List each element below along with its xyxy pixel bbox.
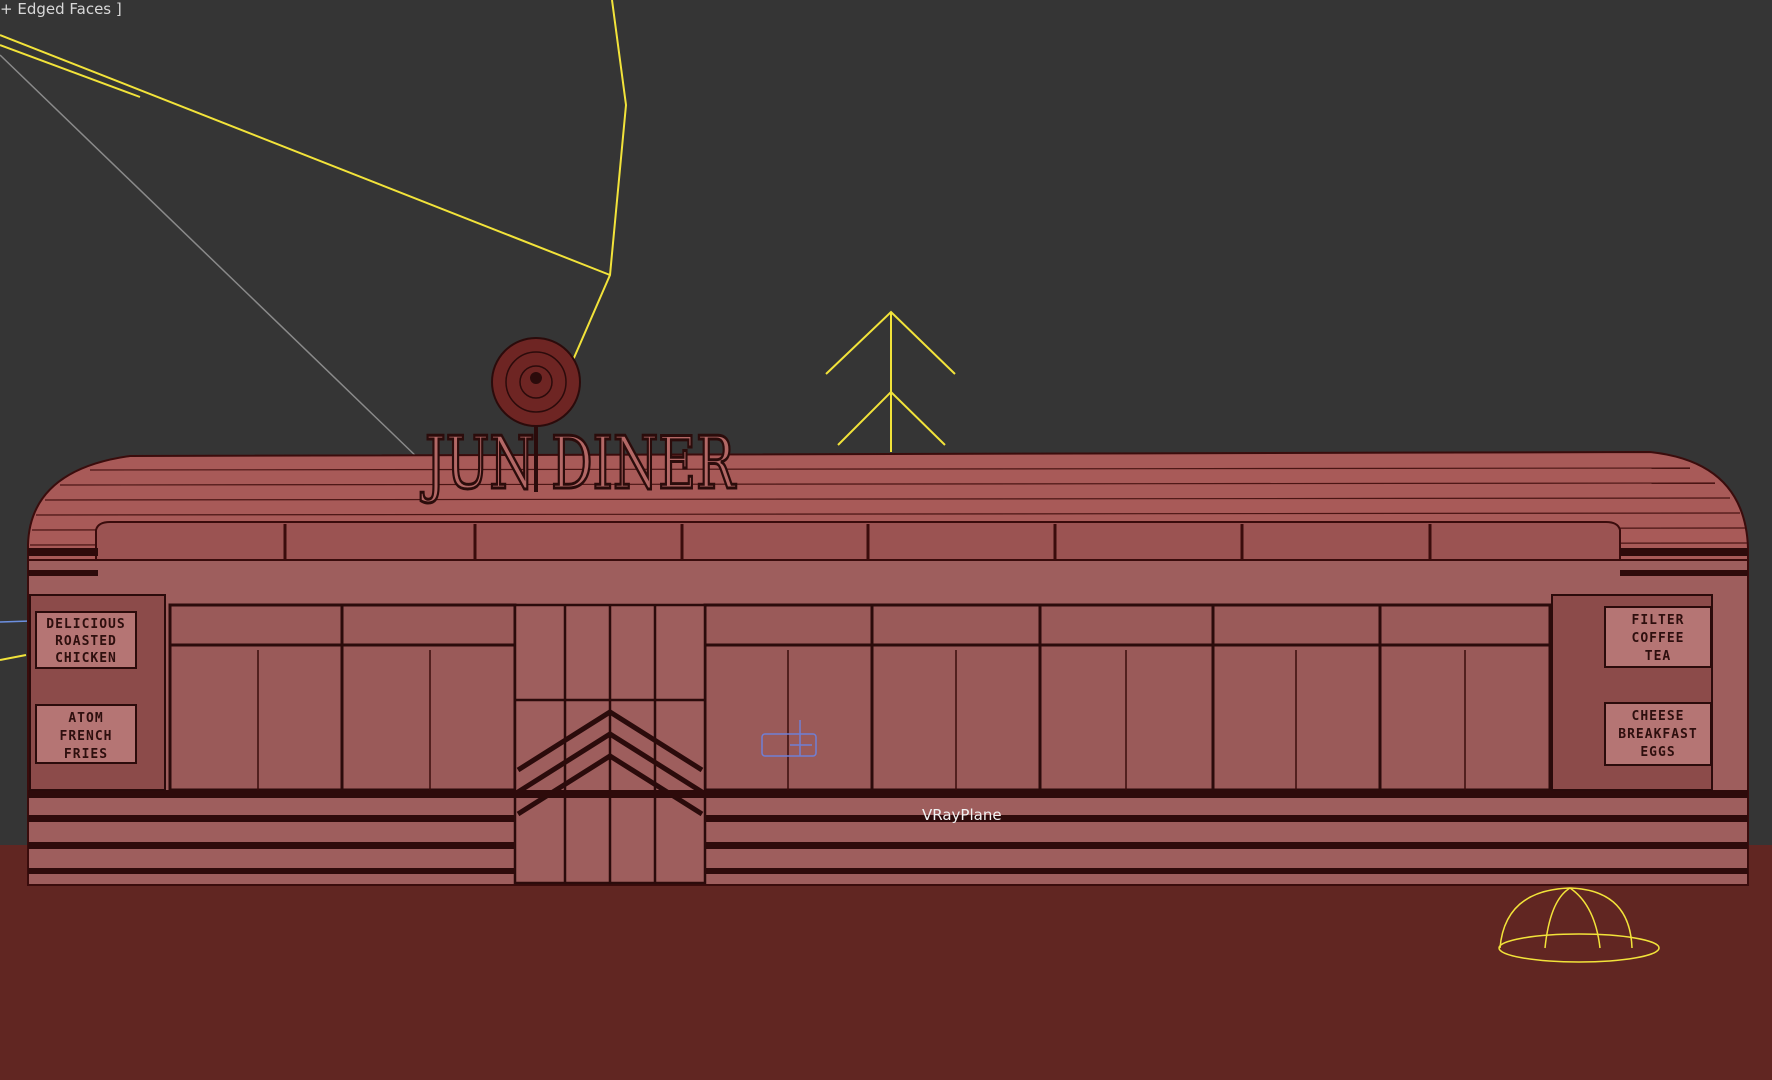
entrance-door[interactable] <box>513 603 707 885</box>
helper-gizmo[interactable] <box>825 310 956 452</box>
window-frames <box>168 603 1552 792</box>
left-sign-line-4: ATOM <box>68 711 103 726</box>
left-sign-line-3: CHICKEN <box>55 651 117 666</box>
diner-sign-title: JUN DINER <box>420 421 736 505</box>
camera-target-line <box>0 54 421 461</box>
3d-viewport[interactable]: DELICIOUS ROASTED CHICKEN ATOM FRENCH FR… <box>0 0 1772 1080</box>
diner-building[interactable]: DELICIOUS ROASTED CHICKEN ATOM FRENCH FR… <box>27 450 1749 886</box>
right-menu-panel: FILTER COFFEE TEA CHEESE BREAKFAST EGGS <box>1551 594 1713 791</box>
right-sign-line-2: COFFEE <box>1632 631 1685 646</box>
left-sign-line-1: DELICIOUS <box>46 617 125 632</box>
viewport-shading-label[interactable]: + Edged Faces ] <box>0 0 122 18</box>
left-sign-line-2: ROASTED <box>55 634 117 649</box>
left-menu-panel: DELICIOUS ROASTED CHICKEN ATOM FRENCH FR… <box>29 594 166 791</box>
right-sign-line-5: BREAKFAST <box>1618 727 1697 742</box>
left-sign-line-5: FRENCH <box>60 729 113 744</box>
left-sign-line-6: FRIES <box>64 747 108 762</box>
right-sign-line-3: TEA <box>1645 649 1671 664</box>
right-sign-line-4: CHEESE <box>1632 709 1685 724</box>
viewport-canvas[interactable]: DELICIOUS ROASTED CHICKEN ATOM FRENCH FR… <box>0 0 1772 1080</box>
vray-plane-label: VRayPlane <box>922 806 1002 824</box>
roof-sign[interactable]: JUN DINER <box>418 337 738 507</box>
right-sign-line-1: FILTER <box>1632 613 1685 628</box>
right-sign-line-6: EGGS <box>1640 745 1675 760</box>
